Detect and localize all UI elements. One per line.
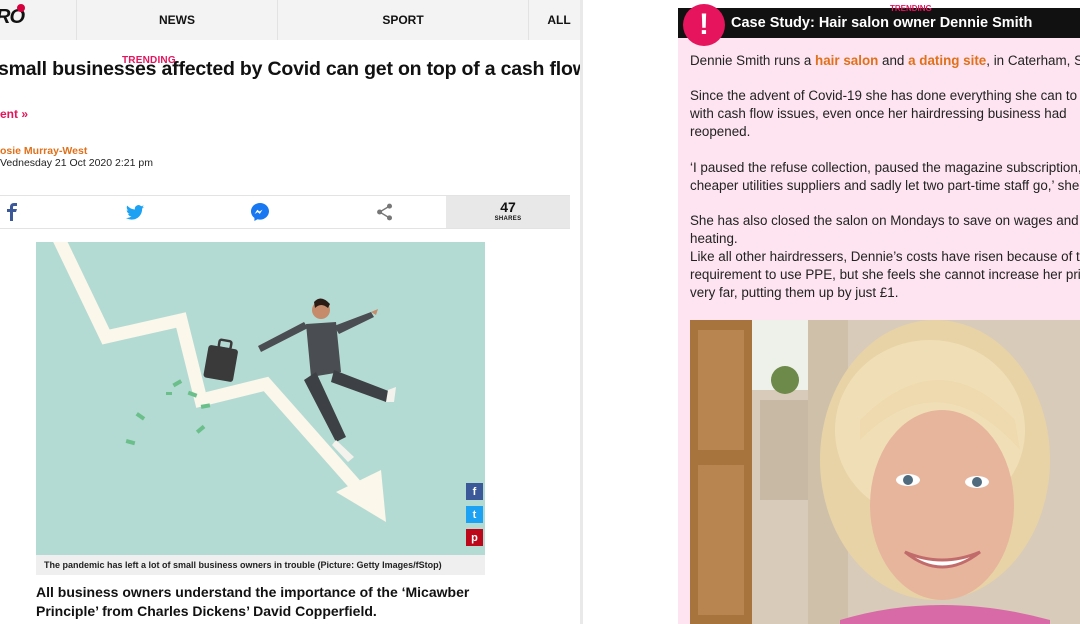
case-study-paragraph-2: Since the advent of Covid-19 she has don… [690,87,1080,141]
case-study-paragraph-4: She has also closed the salon on Mondays… [690,212,1080,302]
portrait-illustration [690,320,1080,624]
lead-line: Principle’ from Charles Dickens’ David C… [36,603,377,619]
case-study-title: Case Study: Hair salon owner Dennie Smit… [731,15,1033,31]
lead-line: All business owners understand the impor… [36,584,470,600]
text-line: requirement to use PPE, but she feels sh… [690,267,1080,282]
twitter-icon[interactable]: t [466,506,483,523]
text-line: Like all other hairdressers, Dennie’s co… [690,249,1080,264]
messenger-share-button[interactable] [245,196,275,228]
share-bar: 47 SHARES [0,195,570,229]
top-nav: RO NEWS SPORT ALL [0,0,580,40]
share-count-number: 47 [500,199,516,215]
text-line: She has also closed the salon on Mondays… [690,213,1079,228]
twitter-icon [126,204,144,220]
facebook-icon[interactable]: f [466,483,483,500]
trending-label[interactable]: TRENDING [890,4,932,13]
share-icon [377,203,393,221]
facebook-share-button[interactable] [0,196,24,228]
pinterest-icon[interactable]: p [466,529,483,546]
twitter-share-button[interactable] [120,196,150,228]
case-study-body: Dennie Smith runs a hair salon and a dat… [678,38,1080,624]
hair-salon-link[interactable]: hair salon [815,53,878,68]
case-study-header: TRENDING Case Study: Hair salon owner De… [678,4,1080,38]
share-count: 47 SHARES [446,196,570,228]
exclamation-badge-icon: ! [683,4,725,46]
text-line: reopened. [690,124,751,139]
text-line: cheaper utilities suppliers and sadly le… [690,178,1080,193]
dennie-smith-photo [690,320,1080,624]
case-study-paragraph-1: Dennie Smith runs a hair salon and a dat… [690,52,1080,70]
text: , in Caterham, Su [986,53,1080,68]
logo-dot-icon [17,4,25,12]
nav-item-news[interactable]: NEWS [77,0,277,40]
trending-label[interactable]: TRENDING [122,55,176,66]
share-count-label: SHARES [494,216,522,222]
text-line: heating. [690,231,738,246]
share-button[interactable] [370,196,400,228]
publish-date: Vednesday 21 Oct 2020 2:21 pm [0,157,153,169]
comments-link[interactable]: ent » [0,107,28,121]
dating-site-link[interactable]: a dating site [908,53,986,68]
article-headline: small businesses affected by Covid can g… [0,58,580,80]
text: and [878,53,909,68]
text: Dennie Smith runs a [690,53,816,68]
facebook-icon [7,203,17,221]
case-study-paragraph-3: ‘I paused the refuse collection, paused … [690,159,1080,195]
text-line: very far, putting them up by just £1. [690,285,899,300]
text-line: Since the advent of Covid-19 she has don… [690,88,1080,103]
lead-paragraph: All business owners understand the impor… [36,583,476,621]
case-study-panel: Dennie Smith runs a hair salon and a dat… [583,0,1080,624]
text-line: ‘I paused the refuse collection, paused … [690,160,1080,175]
author-name[interactable]: osie Murray-West [0,145,87,157]
image-share-buttons: f t p [466,483,486,555]
messenger-icon [251,203,269,221]
text-line: with cash flow issues, even once her hai… [690,106,1067,121]
image-caption: The pandemic has left a lot of small bus… [36,555,485,575]
left-article: RO NEWS SPORT ALL small businesses affec… [0,0,580,624]
nav-item-all[interactable]: ALL [529,0,580,40]
falling-businessman-illustration [36,242,485,555]
hero-image [36,242,485,555]
nav-item-sport[interactable]: SPORT [278,0,528,40]
